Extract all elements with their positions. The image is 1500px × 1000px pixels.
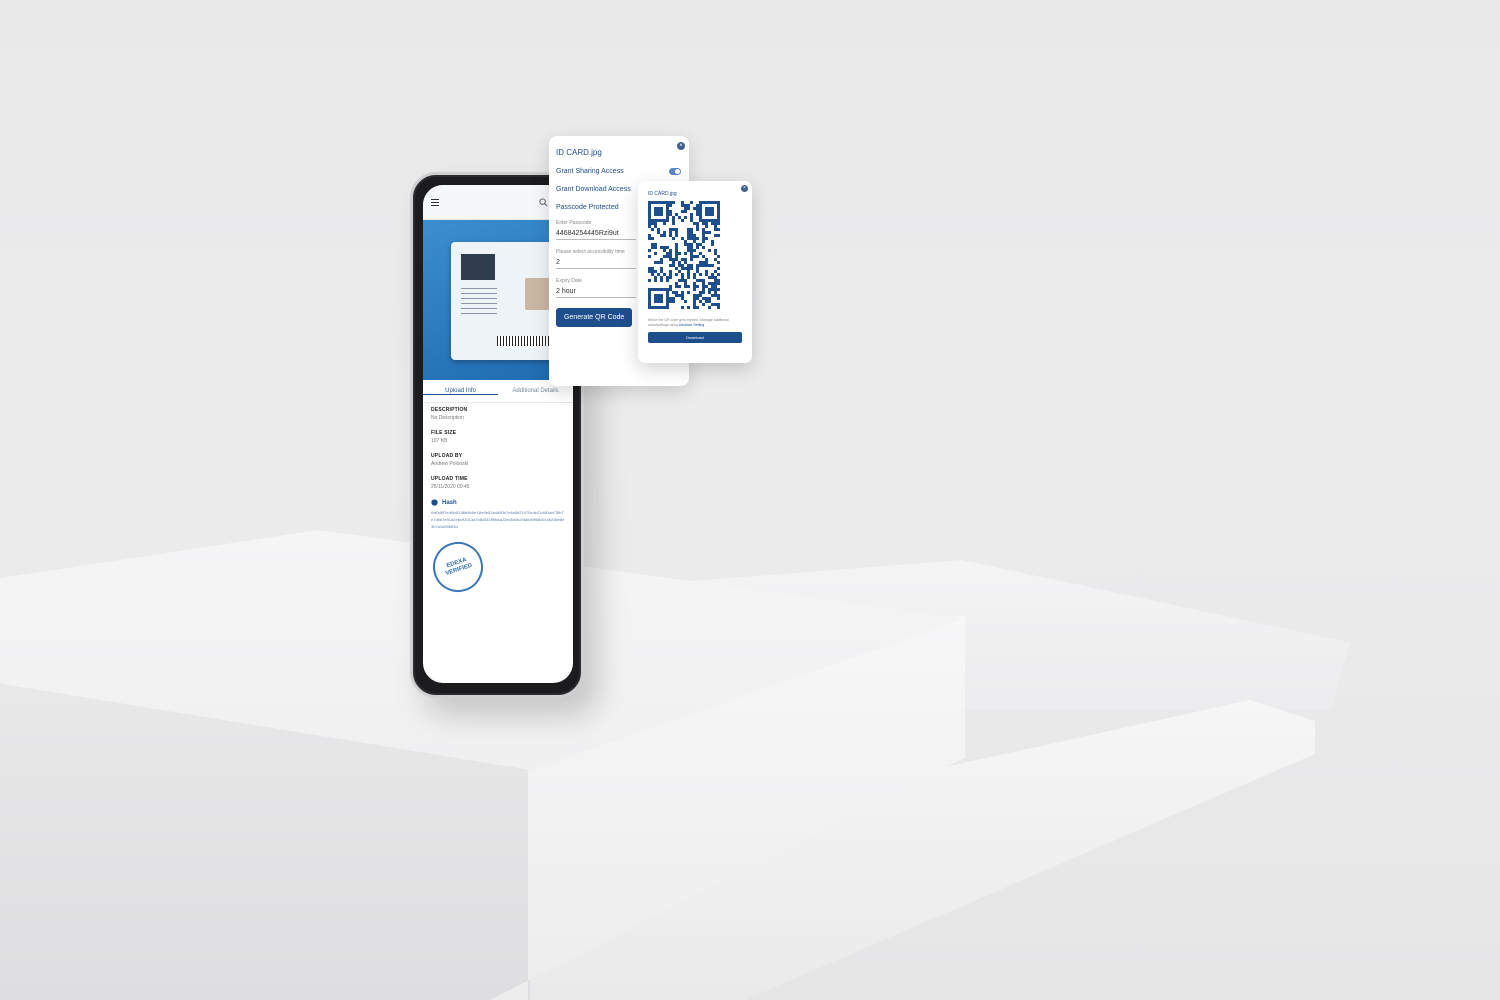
share-file-name: ID CARD.jpg (556, 148, 602, 157)
field-value: 107 KB (431, 438, 448, 444)
qr-code-image (648, 201, 720, 309)
expiry-select[interactable]: 2 hour (556, 286, 636, 298)
qr-panel: × ID CARD.jpg Below the QR code gets exp… (638, 181, 752, 363)
field-description: DESCRIPTION No Description (431, 407, 565, 421)
field-label: UPLOAD BY (431, 453, 463, 459)
tab-upload-info[interactable]: Upload Info (423, 388, 498, 395)
grant-sharing-toggle[interactable] (669, 168, 681, 175)
field-upload-by: UPLOAD BY Andrew Polonski (431, 453, 565, 467)
id-card-text-lines (461, 288, 497, 316)
file-info: DESCRIPTION No Description FILE SIZE 107… (423, 403, 573, 599)
field-value: No Description (431, 415, 464, 421)
hash-heading: Hash (431, 499, 565, 506)
advance-setting-link[interactable]: Advance Setting (679, 323, 705, 327)
search-icon[interactable] (539, 197, 548, 207)
grant-sharing-row: Grant Sharing Access (556, 168, 681, 175)
scene: Upload Info Additional Details DESCRIPTI… (0, 0, 1500, 1000)
passcode-input[interactable]: 44684254445Rzi9ut (556, 228, 636, 240)
grant-download-label: Grant Download Access (556, 186, 631, 193)
qr-note: Below the QR code gets expired. Manage a… (648, 318, 742, 328)
close-icon[interactable]: × (677, 142, 685, 150)
field-upload-time: UPLOAD TIME 25/11/2020 09:45 (431, 476, 565, 490)
tab-additional-details[interactable]: Additional Details (498, 388, 573, 394)
stamp-text: EDEXA VERIFIED (444, 557, 474, 577)
passcode-protected-label: Passcode Protected (556, 204, 619, 211)
download-button[interactable]: Download (648, 332, 742, 343)
field-value: Andrew Polonski (431, 461, 469, 467)
generate-qr-button[interactable]: Generate QR Code (556, 308, 633, 327)
accessibility-input[interactable]: 2 (556, 257, 636, 269)
id-card-photo (525, 278, 551, 310)
close-icon[interactable]: × (741, 185, 748, 192)
field-value: 25/11/2020 09:45 (431, 484, 470, 490)
id-card-logo (461, 254, 495, 280)
menu-icon[interactable] (431, 198, 439, 206)
barcode-icon (497, 336, 549, 346)
verified-stamp: EDEXA VERIFIED (426, 535, 490, 599)
field-label: UPLOAD TIME (431, 476, 468, 482)
grant-sharing-label: Grant Sharing Access (556, 168, 624, 175)
hash-value: 0xf0d5f7e4f4c8146b5b9e11fe0e52a4d90b7e4a… (431, 510, 565, 529)
qr-file-name: ID CARD.jpg (648, 191, 677, 197)
field-file-size: FILE SIZE 107 KB (431, 430, 565, 444)
hash-label: Hash (442, 499, 457, 506)
field-label: FILE SIZE (431, 430, 457, 436)
id-card-image (451, 242, 563, 360)
hash-icon (431, 499, 438, 506)
field-label: DESCRIPTION (431, 407, 468, 413)
